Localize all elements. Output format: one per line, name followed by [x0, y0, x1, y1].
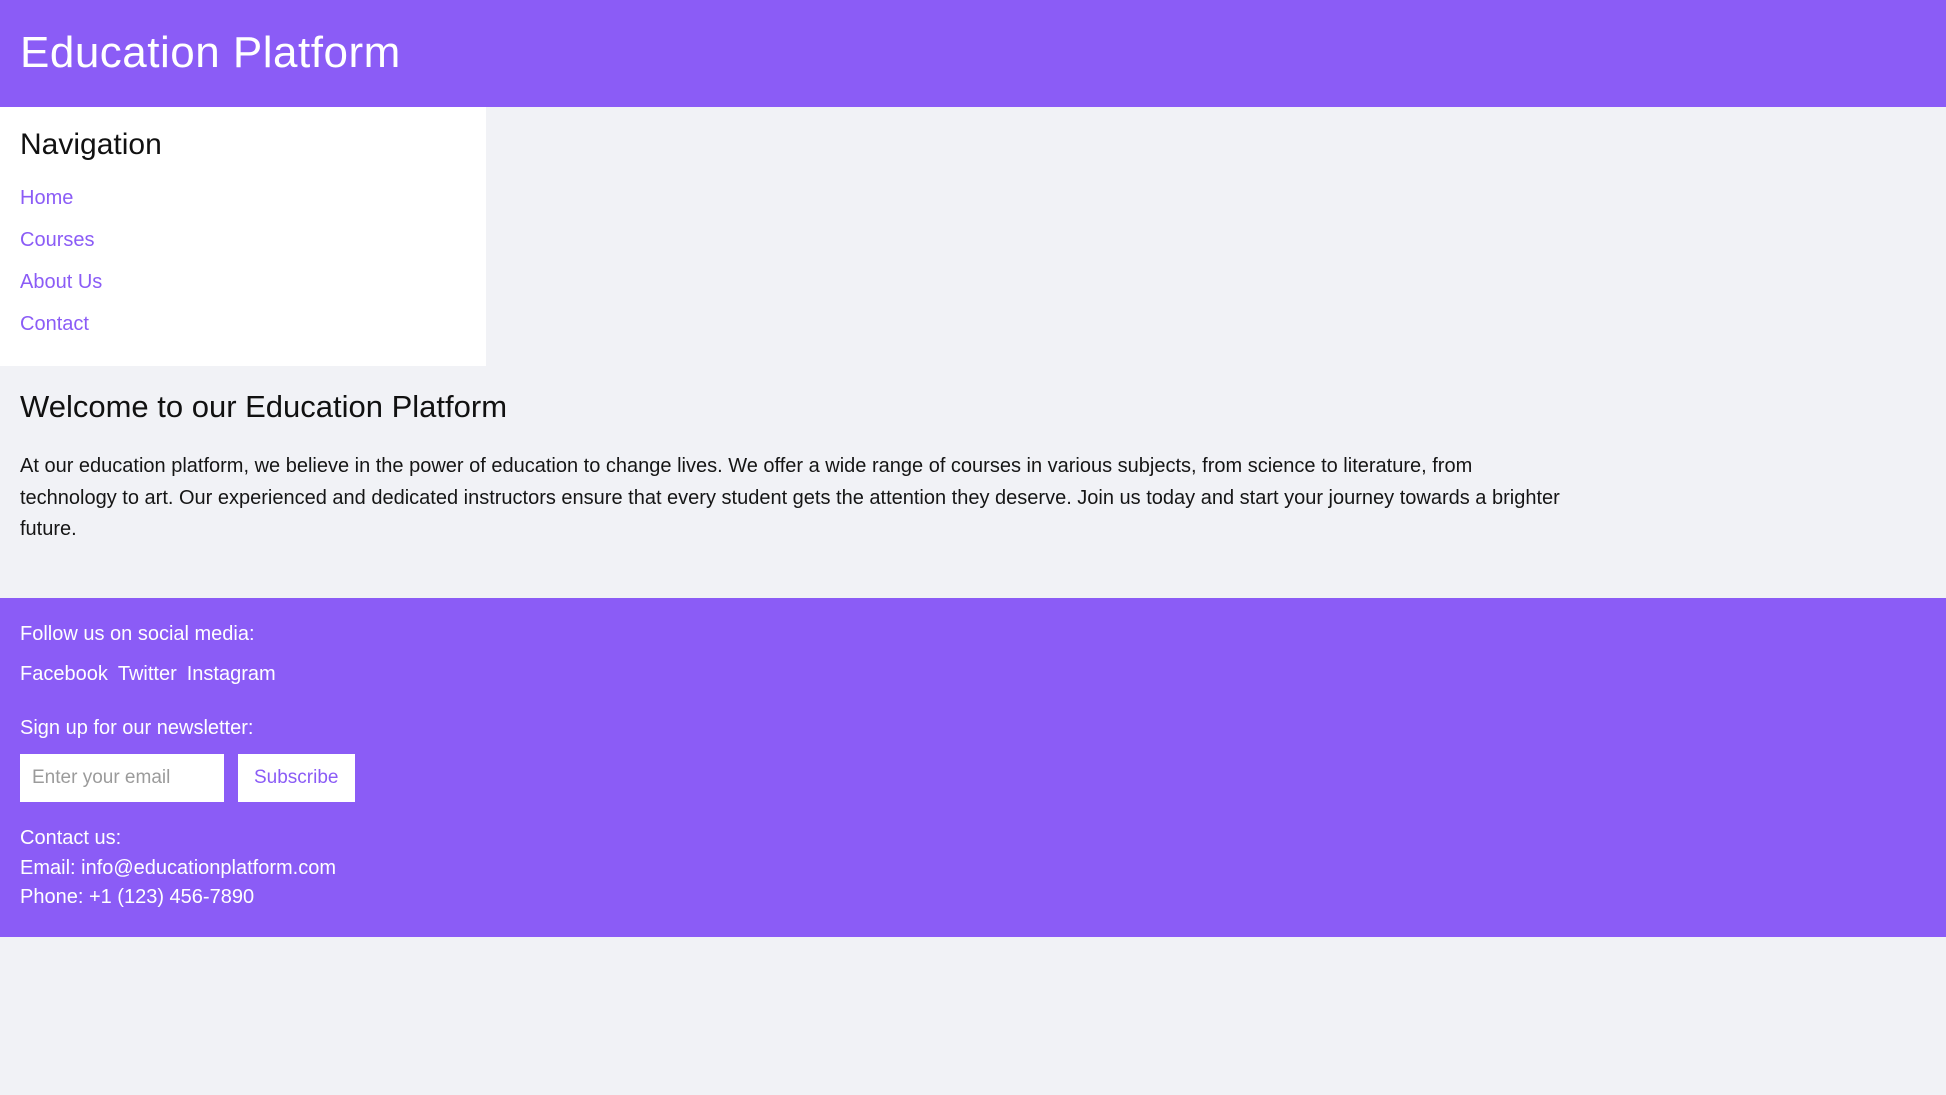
- sidebar-item-courses[interactable]: Courses: [20, 227, 94, 254]
- subscribe-button[interactable]: Subscribe: [238, 753, 355, 802]
- list-item: Contact: [20, 311, 466, 338]
- social-link-instagram[interactable]: Instagram: [187, 660, 276, 688]
- page-title: Education Platform: [20, 28, 401, 78]
- sidebar-item-about-us[interactable]: About Us: [20, 269, 102, 296]
- sidebar-item-contact[interactable]: Contact: [20, 311, 89, 338]
- sidebar-item-home[interactable]: Home: [20, 185, 73, 212]
- newsletter-label: Sign up for our newsletter:: [20, 716, 254, 739]
- social-link-twitter[interactable]: Twitter: [118, 660, 177, 688]
- social-link-facebook[interactable]: Facebook: [20, 660, 108, 688]
- main-content: Welcome to our Education Platform At our…: [0, 366, 1580, 576]
- contact-email: Email: info@educationplatform.com: [20, 857, 336, 880]
- site-header: Education Platform: [0, 0, 1946, 107]
- contact-phone: Phone: +1 (123) 456-7890: [20, 885, 255, 908]
- sidebar-navigation: Navigation Home Courses About Us Contact: [0, 107, 486, 366]
- list-item: Courses: [20, 227, 466, 254]
- nav-list: Home Courses About Us Contact: [20, 185, 466, 338]
- social-media-label: Follow us on social media:: [20, 622, 255, 645]
- main-paragraph: At our education platform, we believe in…: [20, 455, 1560, 541]
- site-footer: Follow us on social media: Facebook Twit…: [0, 597, 1946, 938]
- list-item: About Us: [20, 269, 466, 296]
- sidebar-title: Navigation: [20, 128, 162, 161]
- list-item: Home: [20, 185, 466, 212]
- contact-heading: Contact us:: [20, 826, 122, 849]
- email-field[interactable]: [20, 753, 224, 802]
- main-heading: Welcome to our Education Platform: [20, 389, 508, 424]
- social-links: Facebook Twitter Instagram: [20, 660, 1926, 688]
- contact-block: Contact us: Email: info@educationplatfor…: [20, 824, 1926, 911]
- newsletter-form: Subscribe: [20, 753, 1926, 802]
